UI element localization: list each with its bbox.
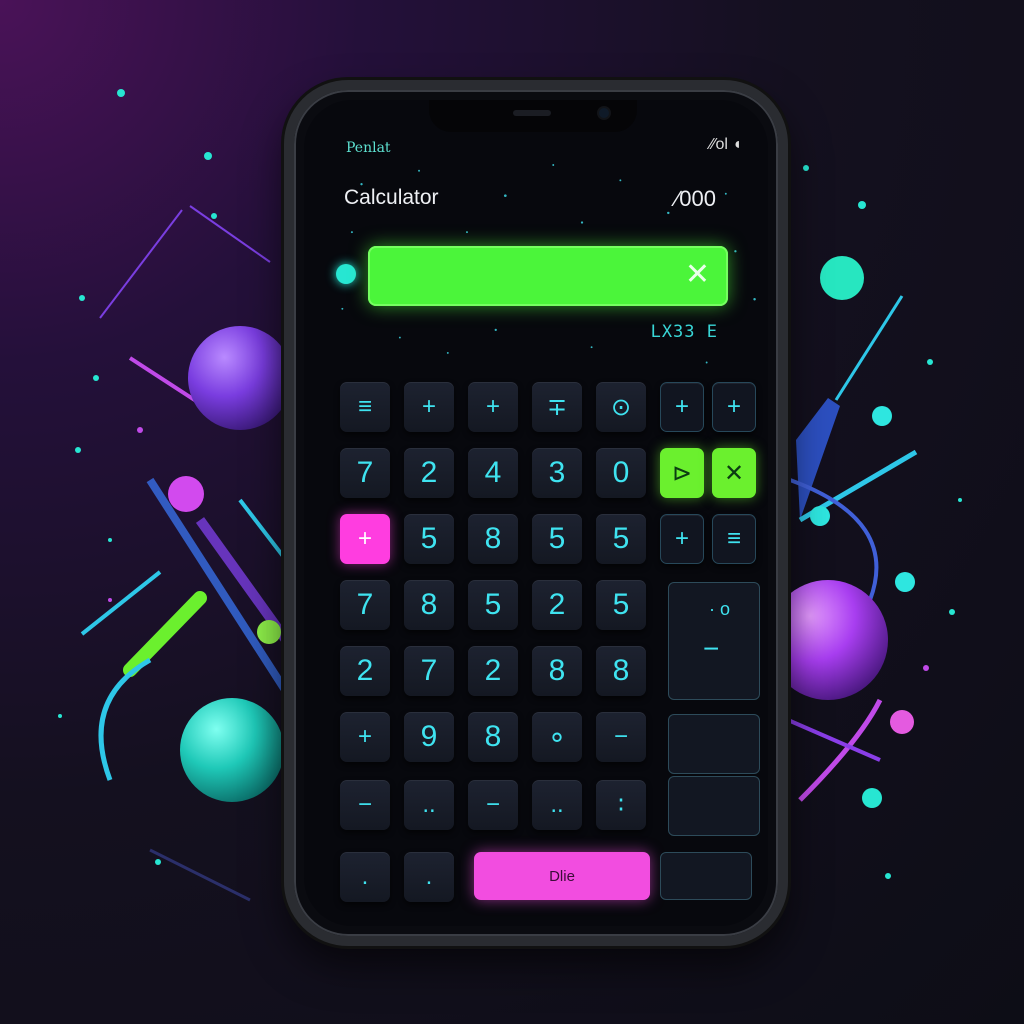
key-multiply[interactable]: ✕	[712, 448, 756, 498]
key-digit[interactable]: 7	[340, 448, 390, 498]
key-decimal[interactable]: .	[404, 852, 454, 902]
key-play[interactable]: ⊳	[660, 448, 704, 498]
key-plus[interactable]: +	[660, 382, 704, 432]
key-settings[interactable]: ⊙	[596, 382, 646, 432]
key-plus-minus[interactable]: ∓	[532, 382, 582, 432]
key-digit[interactable]: 5	[596, 580, 646, 630]
tall-key-bottom-label: −	[703, 633, 720, 664]
key-minus[interactable]: −	[340, 780, 390, 830]
key-digit[interactable]: 4	[468, 448, 518, 498]
key-dots[interactable]: ..	[404, 780, 454, 830]
right-decoration	[768, 256, 918, 808]
speaker	[513, 110, 551, 116]
key-digit[interactable]: 7	[404, 646, 454, 696]
status-icons: ∕∕ol ◖	[710, 136, 742, 153]
expression-readout: LX33 E	[650, 322, 718, 342]
key-digit[interactable]: 8	[404, 580, 454, 630]
carrier-label: Penlat	[346, 140, 391, 156]
key-minus[interactable]: −	[596, 712, 646, 762]
key-blank[interactable]	[660, 852, 752, 900]
phone-screen: Penlat ∕∕ol ◖ Calculator ∕000 ✕ LX33 E ≡…	[304, 100, 768, 926]
key-blank[interactable]	[668, 714, 760, 774]
left-decoration	[80, 205, 292, 902]
key-digit[interactable]: 2	[404, 448, 454, 498]
tall-key-top-label: · o	[709, 599, 731, 619]
key-function[interactable]: ∘	[532, 712, 582, 762]
key-menu[interactable]: ≡	[340, 382, 390, 432]
key-digit[interactable]: 5	[404, 514, 454, 564]
key-digit[interactable]: 3	[532, 448, 582, 498]
calculator-display: ✕	[368, 246, 728, 306]
key-digit[interactable]: 9	[404, 712, 454, 762]
key-digit[interactable]: 2	[468, 646, 518, 696]
key-blank[interactable]	[668, 776, 760, 836]
done-button[interactable]: Dlie	[474, 852, 650, 900]
key-plus[interactable]: +	[340, 712, 390, 762]
indicator-dot	[336, 264, 356, 284]
key-digit[interactable]: 8	[596, 646, 646, 696]
key-plus[interactable]: +	[660, 514, 704, 564]
key-tall-operator[interactable]: · o −	[668, 582, 760, 700]
key-digit[interactable]: 2	[340, 646, 390, 696]
key-digit[interactable]: 5	[596, 514, 646, 564]
key-decimal[interactable]: .	[340, 852, 390, 902]
key-digit[interactable]: 8	[468, 514, 518, 564]
key-minus[interactable]: −	[468, 780, 518, 830]
key-dots[interactable]: ..	[532, 780, 582, 830]
key-plus[interactable]: +	[712, 382, 756, 432]
key-digit[interactable]: 7	[340, 580, 390, 630]
key-plus[interactable]: +	[468, 382, 518, 432]
front-camera	[599, 108, 609, 118]
key-digit[interactable]: 5	[468, 580, 518, 630]
key-plus[interactable]: +	[404, 382, 454, 432]
header-value: ∕000	[675, 186, 716, 211]
key-ratio[interactable]: ∶	[596, 780, 646, 830]
key-digit[interactable]: 5	[532, 514, 582, 564]
app-title: Calculator	[344, 186, 439, 209]
key-digit[interactable]: 2	[532, 580, 582, 630]
key-digit[interactable]: 0	[596, 448, 646, 498]
key-equals[interactable]: ≡	[712, 514, 756, 564]
clear-icon[interactable]: ✕	[685, 258, 710, 292]
key-digit[interactable]: 8	[468, 712, 518, 762]
notch	[429, 100, 637, 132]
key-plus[interactable]: +	[340, 514, 390, 564]
phone-frame: Penlat ∕∕ol ◖ Calculator ∕000 ✕ LX33 E ≡…	[284, 80, 788, 946]
key-digit[interactable]: 8	[532, 646, 582, 696]
